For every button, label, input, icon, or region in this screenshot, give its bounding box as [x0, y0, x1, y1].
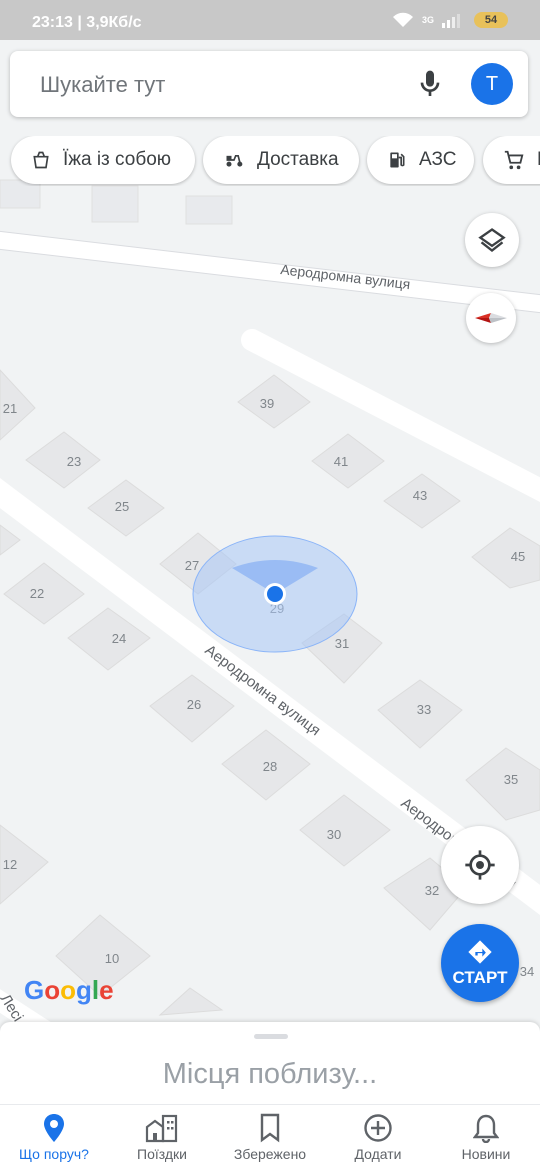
compass-icon: [475, 313, 507, 323]
nav-label: Збережено: [233, 1146, 307, 1162]
buildings-icon: [145, 1114, 178, 1143]
house-number: 12: [3, 857, 17, 872]
chip-label: Доставка: [257, 149, 339, 170]
chip-label: Їжа із собою: [63, 149, 172, 170]
nav-label: Що поруч?: [19, 1146, 89, 1162]
house-number: 43: [413, 488, 427, 503]
house-number: 32: [425, 883, 439, 898]
chip-takeout[interactable]: Їжа із собою: [11, 136, 195, 184]
cart-icon: [504, 150, 524, 170]
logo-letter: o: [60, 975, 77, 1005]
house-number: 35: [504, 772, 518, 787]
takeout-icon: [33, 151, 49, 169]
gas-station-icon: [390, 152, 405, 168]
current-location-marker: [192, 535, 358, 653]
battery-indicator: 54: [474, 12, 508, 28]
house-number: 30: [327, 827, 341, 842]
search-input[interactable]: [38, 51, 402, 119]
house-number: 21: [3, 401, 17, 416]
house-number: 23: [67, 454, 81, 469]
scooter-icon: [226, 155, 243, 167]
nav-saved[interactable]: Збережено: [216, 1105, 324, 1171]
house-number: 33: [417, 702, 431, 717]
house-number: 25: [115, 499, 129, 514]
chip-gas-station[interactable]: АЗС: [367, 136, 474, 184]
status-icons: 3G 54: [392, 12, 508, 28]
house-number: 34: [520, 964, 534, 979]
chip-label: АЗС: [419, 149, 457, 170]
layers-button[interactable]: [465, 213, 519, 267]
status-time: 23:13 | 3,9Кб/с: [32, 14, 142, 31]
nav-explore[interactable]: Що поруч?: [0, 1105, 108, 1171]
sheet-title: Місця поблизу...: [162, 1058, 378, 1090]
nav-updates[interactable]: Новини: [432, 1105, 540, 1171]
nav-label: Поїздки: [137, 1146, 187, 1162]
bookmark-icon: [260, 1113, 280, 1143]
start-button[interactable]: СТАРТ: [441, 924, 519, 1002]
logo-letter: g: [76, 975, 92, 1005]
logo-letter: e: [99, 975, 114, 1005]
house-number: 31: [335, 636, 349, 651]
network-label: 3G: [421, 15, 434, 25]
street-label: Аеродромна вулиця: [202, 642, 324, 740]
layers-icon: [478, 228, 506, 252]
my-location-button[interactable]: [441, 826, 519, 904]
directions-icon: [468, 940, 492, 964]
sheet-handle[interactable]: [254, 1034, 288, 1039]
nearby-sheet[interactable]: Місця поблизу...: [0, 1022, 540, 1104]
crosshair-icon: [465, 850, 495, 880]
chip-groceries[interactable]: П: [483, 136, 540, 184]
google-logo: Google: [24, 975, 114, 1006]
house-number: 39: [260, 396, 274, 411]
house-number: 24: [112, 631, 126, 646]
start-label: СТАРТ: [452, 968, 508, 987]
nav-contribute[interactable]: Додати: [324, 1105, 432, 1171]
house-number: 10: [105, 951, 119, 966]
bottom-navigation: Що поруч? Поїздки Збережено Додати Новин…: [0, 1104, 540, 1171]
bell-icon: [473, 1114, 499, 1143]
avatar[interactable]: T: [471, 63, 513, 105]
signal-icon: [442, 14, 460, 28]
wifi-icon: [392, 12, 413, 27]
house-number: 22: [30, 586, 44, 601]
nav-commute[interactable]: Поїздки: [108, 1105, 216, 1171]
search-bar[interactable]: T: [10, 51, 528, 119]
nav-label: Новини: [461, 1146, 511, 1162]
logo-letter: o: [44, 975, 61, 1005]
house-number: 41: [334, 454, 348, 469]
house-number: 28: [263, 759, 277, 774]
category-chips: Їжа із собою Доставка АЗС П: [0, 136, 540, 186]
logo-letter: G: [24, 975, 45, 1005]
house-number: 45: [511, 549, 525, 564]
status-bar: 23:13 | 3,9Кб/с 3G 54: [0, 0, 540, 40]
house-number: 26: [187, 697, 201, 712]
compass-button[interactable]: [466, 293, 516, 343]
chip-delivery[interactable]: Доставка: [203, 136, 359, 184]
location-pin-icon: [44, 1114, 64, 1142]
add-circle-icon: [364, 1114, 392, 1142]
house-number: 27: [185, 558, 199, 573]
microphone-icon[interactable]: [414, 68, 446, 100]
nav-label: Додати: [354, 1146, 402, 1162]
